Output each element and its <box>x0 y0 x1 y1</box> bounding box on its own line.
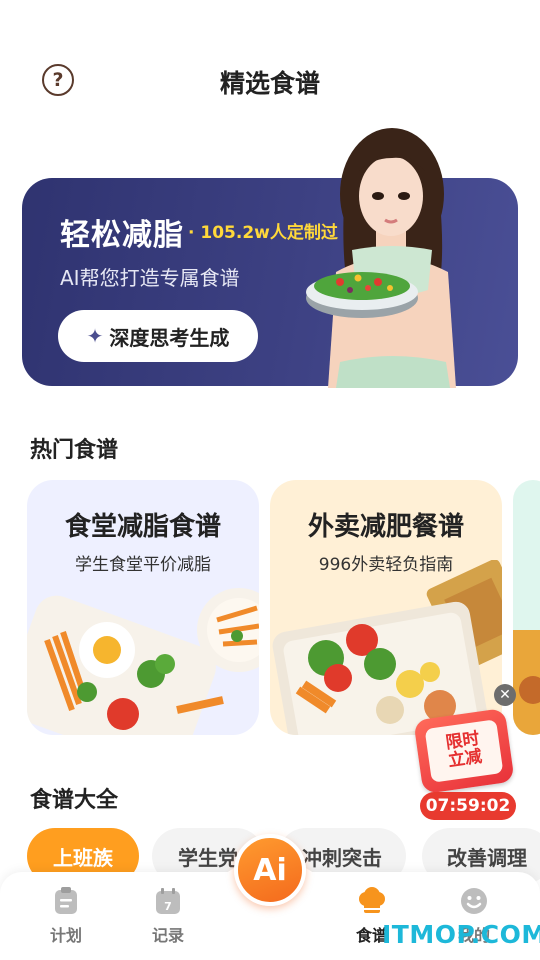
watermark-text: ITMOP.COM <box>382 920 540 949</box>
girl-salad-illustration <box>306 128 456 388</box>
promo-badge[interactable]: 限时 立减 <box>413 707 515 795</box>
partial-food-image <box>513 630 540 735</box>
bento-box-image <box>27 588 259 735</box>
tab-label: 计划 <box>49 926 82 945</box>
page-title: 精选食谱 <box>219 69 320 98</box>
recipe-card-takeout[interactable]: 外卖减肥餐谱 996外卖轻负指南 <box>270 480 502 735</box>
card-title: 外卖减肥餐谱 <box>307 512 464 542</box>
card-title: 食堂减脂食谱 <box>64 512 221 542</box>
recipe-card-canteen[interactable]: 食堂减脂食谱 学生食堂平价减脂 <box>27 480 259 735</box>
calendar-icon: 7 <box>156 888 180 914</box>
promo-countdown: 07:59:02 <box>420 792 516 820</box>
banner-subtitle: AI帮您打造专属食谱 <box>60 266 240 290</box>
sparkle-icon: ✦ <box>86 324 104 348</box>
recipe-collection-title: 食谱大全 <box>30 788 119 813</box>
tab-plan[interactable]: 计划 <box>26 886 106 946</box>
hot-recipes-title: 热门食谱 <box>30 438 119 463</box>
tab-label: 记录 <box>151 926 184 945</box>
chef-hat-icon <box>359 887 385 913</box>
limited-offer-promo[interactable]: ✕ 限时 立减 07:59:02 <box>413 684 516 822</box>
svg-text:7: 7 <box>164 900 172 913</box>
tab-record[interactable]: 7 记录 <box>128 886 208 946</box>
promo-label-line2: 立减 <box>446 746 484 772</box>
deep-think-generate-button[interactable]: ✦ 深度思考生成 <box>58 310 258 362</box>
card-subtitle: 学生食堂平价减脂 <box>75 555 211 575</box>
smiley-icon <box>461 888 487 914</box>
deep-think-label: 深度思考生成 <box>109 325 230 350</box>
header: ? 精选食谱 <box>0 50 540 110</box>
banner-title: 轻松减脂 <box>60 218 184 253</box>
clipboard-icon <box>55 887 77 914</box>
recipe-card-partial[interactable] <box>513 480 540 735</box>
ai-button[interactable]: Ai <box>234 834 306 906</box>
close-icon[interactable]: ✕ <box>494 684 516 706</box>
